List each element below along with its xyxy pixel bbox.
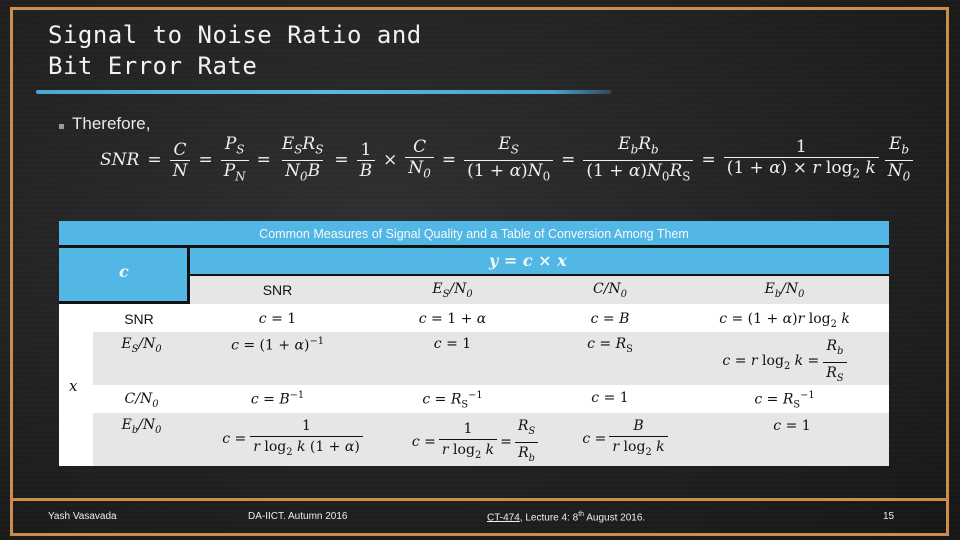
table-row-eb-n0: Eb/N0 c = 1r log2 k (1 + α) c = 1r log2 … (93, 413, 889, 466)
eq-term-1-over-b: 1B (356, 140, 376, 181)
eq-term-eb-over-n0: Eb N0 (884, 134, 914, 186)
title-line-1: Signal to Noise Ratio and (48, 21, 422, 49)
title-line-2: Bit Error Rate (48, 52, 258, 80)
row-label-eb-n0: Eb/N0 (121, 417, 162, 436)
conversion-table: Common Measures of Signal Quality and a … (59, 221, 889, 466)
footer-lecture-info: CT-474, Lecture 4: 8th August 2016. (487, 511, 646, 524)
table-row-es-n0: ES/N0 c = (1 + α)−1 c = 1 c = RS c = r l… (93, 332, 889, 385)
eq-term-esrs-over-n0b: ESRS N0B (279, 134, 327, 186)
footer-date-suffix: th (578, 511, 585, 518)
eq-term-1-over-rlogk: 1 (1 + α) × r log2 k (723, 137, 879, 183)
cell-es-es: c = 1 (433, 336, 472, 352)
footer-lecture: Lecture 4: (525, 512, 570, 524)
column-header-row: SNR ES/N0 C/N0 Eb/N0 (190, 276, 889, 304)
eq-lhs: SNR (100, 150, 140, 170)
cell-snr-c: c = B (590, 311, 630, 327)
eq-term-ebrb: EbRb (1 + α)N0RS (583, 134, 694, 186)
table-row-snr: SNR c = 1 c = 1 + α c = B c = (1 + α)r l… (59, 306, 889, 332)
cell-c-c: c = 1 (591, 390, 629, 406)
title-underline (36, 90, 611, 94)
header-formula: y = c × x (489, 251, 567, 270)
footer-date-rest: August 2016. (586, 512, 646, 524)
cell-eb-snr: c = 1r log2 k (1 + α) (190, 416, 395, 463)
cell-snr-es: c = 1 + α (418, 311, 487, 327)
footer-author: Yash Vasavada (48, 511, 117, 522)
bullet-icon (59, 124, 64, 129)
eq-term-ps-over-pn: PS PN (220, 134, 249, 186)
cell-c-es: c = RS−1 (422, 390, 483, 411)
cell-eb-es: c = 1r log2 k = RS Rb (395, 416, 555, 469)
corner-label: c (119, 262, 129, 281)
column-header-es-n0: ES/N0 (432, 281, 473, 300)
snr-equation: SNR = CN = PS PN = ESRS N0B = 1B × C N0 = E… (100, 132, 914, 188)
cell-eb-eb: c = 1 (773, 418, 811, 434)
eq-term-es-over-alpha-n0: ES (1 + α)N0 (464, 134, 554, 186)
table-row-c-n0: C/N0 c = B−1 c = RS−1 c = 1 c = RS−1 (59, 385, 889, 413)
column-header-snr: SNR (262, 282, 293, 298)
slide-title: Signal to Noise Ratio and Bit Error Rate (48, 20, 422, 82)
cell-snr-eb: c = (1 + α)r log2 k (719, 311, 850, 330)
cell-snr-snr: c = 1 (258, 311, 297, 327)
row-label-es-n0: ES/N0 (121, 336, 162, 355)
cell-eb-c: c = Br log2 k (555, 416, 695, 463)
footer-divider (10, 498, 949, 501)
cell-es-c: c = RS (587, 336, 633, 355)
column-header-c-n0: C/N0 (593, 281, 627, 300)
cell-c-snr: c = B−1 (250, 390, 305, 408)
column-header-eb-n0: Eb/N0 (764, 281, 805, 300)
eq-term-c-over-n0: C N0 (405, 137, 434, 183)
page-number: 15 (883, 511, 895, 522)
course-link[interactable]: CT-474 (487, 512, 520, 523)
row-label-snr: SNR (124, 311, 154, 327)
table-caption: Common Measures of Signal Quality and a … (59, 221, 889, 248)
eq-term-c-over-n: CN (169, 140, 191, 181)
footer-institution: DA-IICT. Autumn 2016 (248, 511, 348, 522)
row-label-c-n0: C/N0 (124, 391, 159, 410)
cell-es-snr: c = (1 + α)−1 (231, 336, 324, 354)
bullet-text: Therefore, (72, 114, 151, 133)
cell-es-eb: c = r log2 k = Rb RS (680, 336, 889, 389)
corner-cell: c (59, 248, 190, 304)
cell-c-eb: c = RS−1 (754, 390, 815, 411)
